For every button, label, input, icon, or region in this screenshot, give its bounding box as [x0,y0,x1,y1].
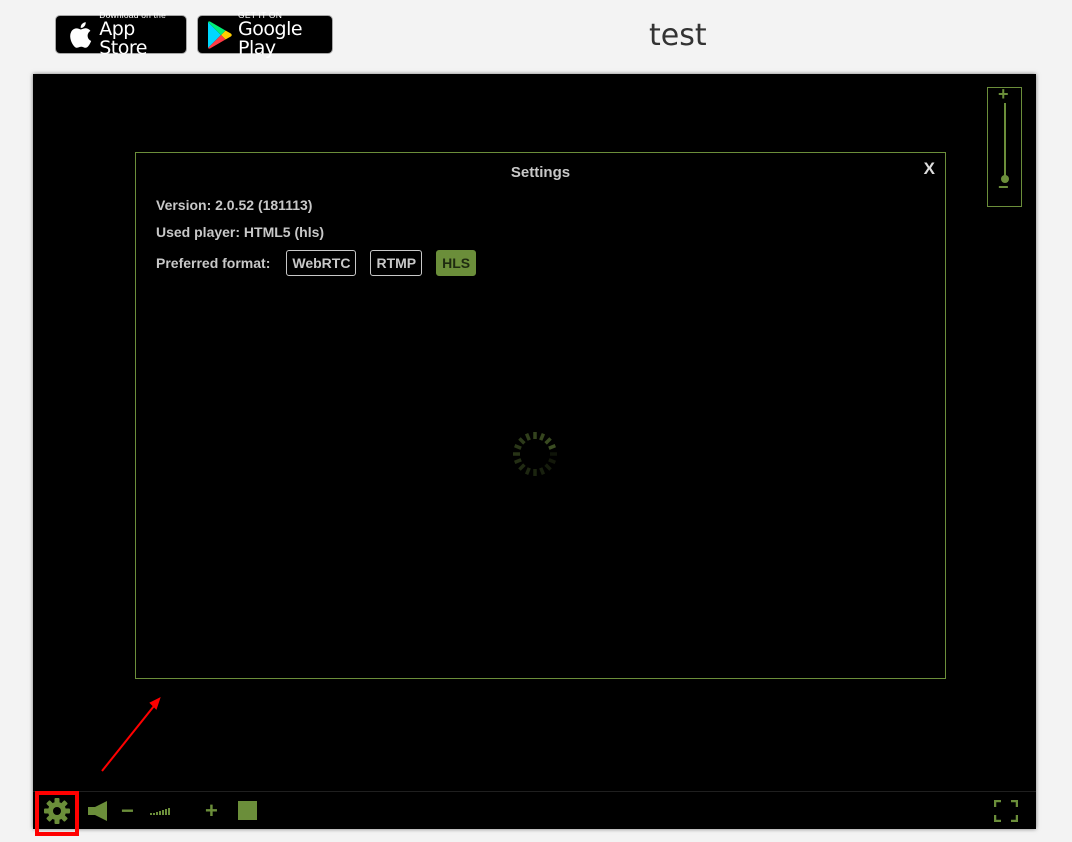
volume-up-button[interactable]: + [205,792,218,829]
volume-bars-icon [150,807,170,815]
zoom-out-button[interactable]: − [998,177,1009,198]
stop-button[interactable] [238,792,257,829]
spinner-segment [514,458,522,465]
control-bar: − + [33,791,1036,836]
apple-icon [64,19,95,51]
spinner-segment [544,437,552,445]
zoom-slider[interactable]: + − [987,84,1022,207]
format-rtmp-button[interactable]: RTMP [370,250,423,276]
fullscreen-button[interactable] [994,792,1018,829]
spinner-segment [524,433,531,441]
spinner-segment [539,467,546,475]
google-play-icon [206,19,234,51]
preferred-format-label: Preferred format: [156,255,271,271]
preferred-format-row: Preferred format: WebRTC RTMP HLS [156,250,477,276]
zoom-track[interactable] [1004,103,1006,180]
mute-button[interactable] [88,792,108,829]
video-player[interactable]: + − Settings X Version: 2.0.52 (181113) … [33,74,1036,836]
settings-title: Settings [510,164,571,181]
fullscreen-icon [994,799,1018,822]
volume-level-bar[interactable] [150,792,174,829]
spinner-segment [548,458,556,465]
google-play-name: Google Play [238,18,303,60]
spinner-segment [548,443,556,450]
app-store-name: App Store [99,18,147,60]
spinner-segment [514,443,522,450]
page-title: test [649,18,707,53]
format-webrtc-button[interactable]: WebRTC [286,250,357,276]
gear-icon [44,797,70,824]
loading-spinner-icon [513,432,557,476]
google-play-badge[interactable]: GET IT ON Google Play [197,11,333,58]
stop-icon [238,801,257,820]
settings-panel: Settings X Version: 2.0.52 (181113) Used… [135,152,946,679]
close-settings-button[interactable]: X [924,159,935,179]
spinner-segment [518,437,526,445]
spinner-segment [539,433,546,441]
used-player-info: Used player: HTML5 (hls) [156,224,325,240]
version-info: Version: 2.0.52 (181113) [156,197,313,213]
volume-down-button[interactable]: − [121,792,134,829]
zoom-in-button[interactable]: + [998,84,1009,105]
app-store-badge[interactable]: Download on the App Store [55,11,187,58]
spinner-segment [524,467,531,475]
spinner-segment [544,463,552,471]
spinner-segment [518,463,526,471]
format-hls-button[interactable]: HLS [436,250,477,276]
settings-button[interactable] [37,792,77,829]
speaker-icon [88,800,107,821]
